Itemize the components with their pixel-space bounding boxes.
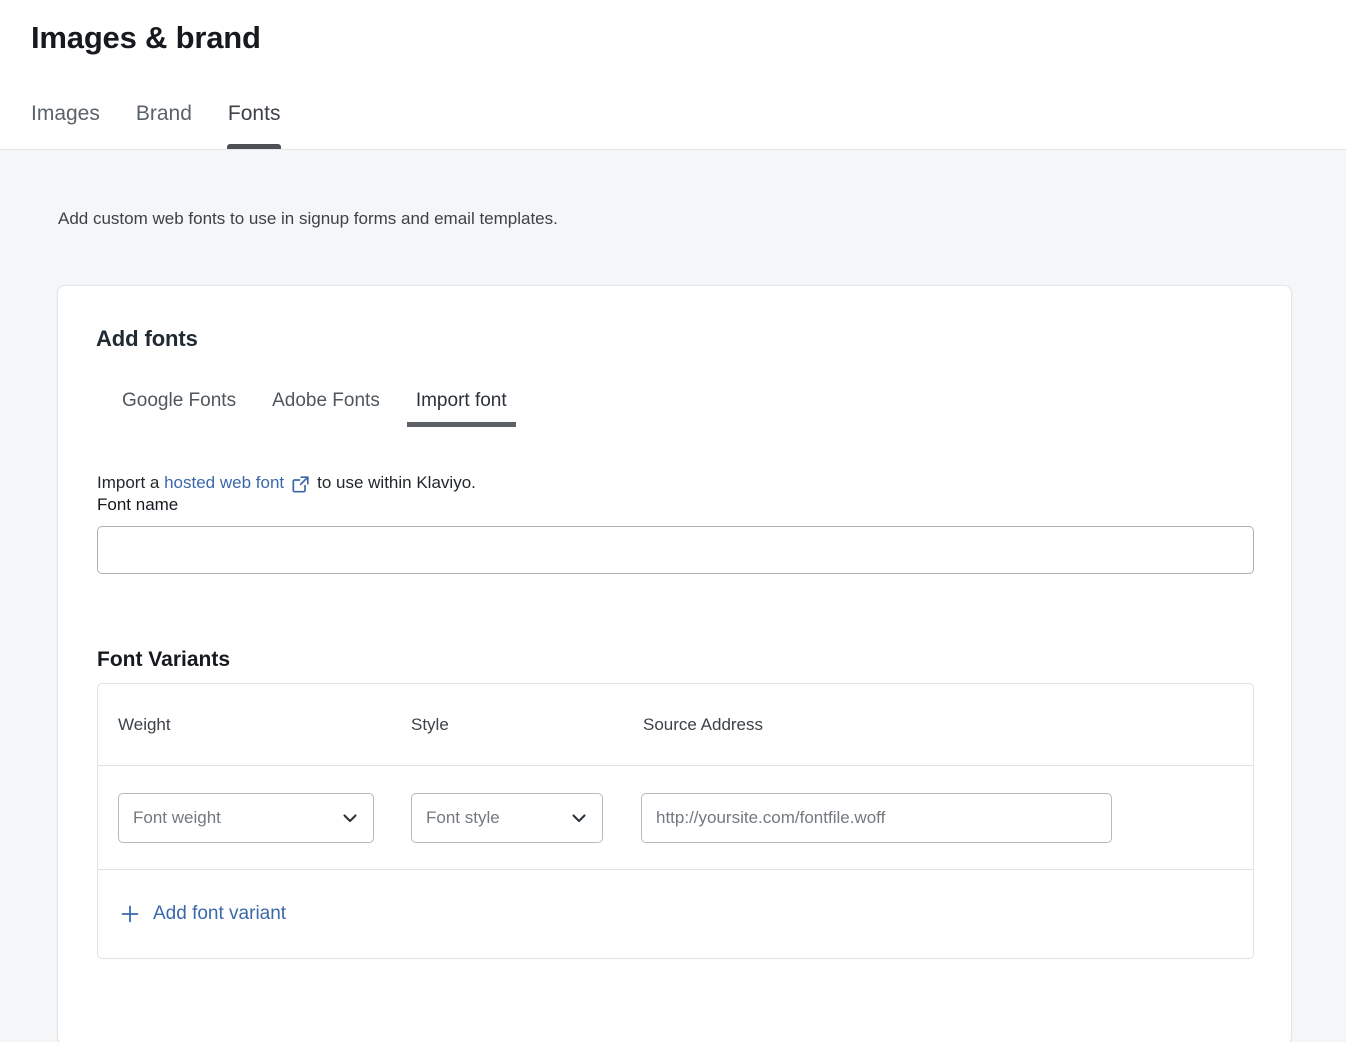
table-row: Font weight Font style [98, 766, 1253, 870]
source-address-input[interactable] [641, 793, 1112, 843]
import-suffix-text: to use within Klaviyo. [317, 472, 476, 494]
tab-import-font-label: Import font [416, 390, 507, 411]
plus-icon [118, 902, 142, 926]
tab-brand[interactable]: Brand [118, 101, 210, 149]
hosted-web-font-link[interactable]: hosted web font [164, 472, 284, 494]
add-fonts-card: Add fonts Google Fonts Adobe Fonts Impor… [57, 285, 1292, 1042]
font-style-select-value: Font style [426, 808, 500, 828]
intro-text: Add custom web fonts to use in signup fo… [58, 207, 558, 231]
card-title: Add fonts [96, 326, 1253, 352]
page-header: Images & brand Images Brand Fonts [0, 0, 1346, 150]
tab-fonts[interactable]: Fonts [210, 101, 299, 149]
external-link-icon[interactable] [291, 475, 310, 494]
page-body: Add custom web fonts to use in signup fo… [0, 150, 1346, 1042]
column-header-source-address: Source Address [643, 715, 1233, 735]
import-description: Import a hosted web font to use within K… [97, 472, 1253, 494]
font-name-input[interactable] [97, 526, 1254, 574]
tab-google-fonts-label: Google Fonts [122, 390, 236, 411]
column-header-weight: Weight [118, 715, 411, 735]
tab-brand-label: Brand [136, 102, 192, 125]
chevron-down-icon [569, 808, 589, 828]
tab-import-font[interactable]: Import font [398, 389, 525, 427]
chevron-down-icon [340, 808, 360, 828]
tab-adobe-fonts[interactable]: Adobe Fonts [254, 389, 398, 427]
tab-google-fonts[interactable]: Google Fonts [104, 389, 254, 427]
page-title: Images & brand [31, 18, 261, 58]
table-footer: Add font variant [98, 870, 1253, 958]
font-source-tabs: Google Fonts Adobe Fonts Import font [104, 389, 1253, 427]
font-variants-table: Weight Style Source Address Font weight … [97, 683, 1254, 959]
font-weight-select-value: Font weight [133, 808, 221, 828]
column-header-style: Style [411, 715, 643, 735]
tab-images-label: Images [31, 102, 100, 125]
font-name-label: Font name [97, 495, 178, 514]
tab-images[interactable]: Images [31, 101, 118, 149]
import-prefix-text: Import a [97, 472, 159, 494]
add-font-variant-label: Add font variant [153, 903, 286, 925]
font-weight-select[interactable]: Font weight [118, 793, 374, 843]
tab-adobe-fonts-label: Adobe Fonts [272, 390, 380, 411]
primary-tabs: Images Brand Fonts [31, 101, 298, 149]
table-header-row: Weight Style Source Address [98, 684, 1253, 766]
tab-fonts-label: Fonts [228, 102, 281, 125]
font-variants-title: Font Variants [97, 647, 1253, 673]
add-font-variant-button[interactable]: Add font variant [118, 902, 286, 926]
font-style-select[interactable]: Font style [411, 793, 603, 843]
